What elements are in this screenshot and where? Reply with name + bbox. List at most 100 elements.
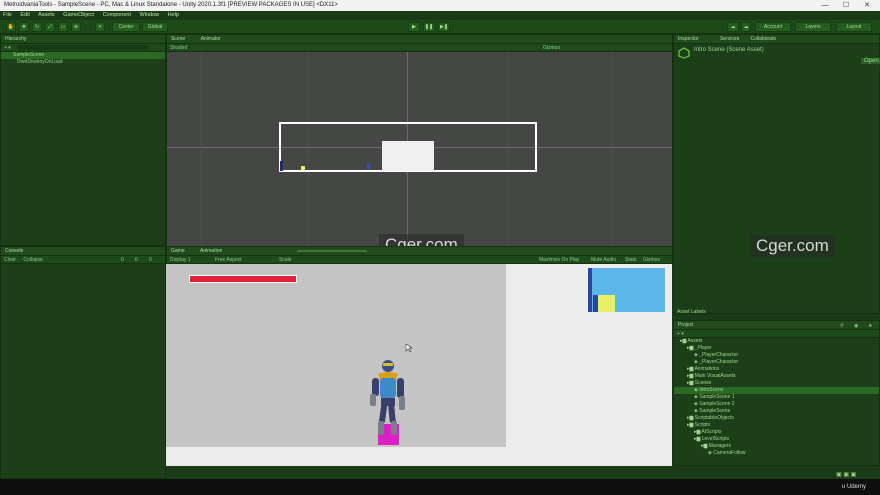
center-label: Center — [118, 24, 134, 30]
project-item[interactable]: ▸▆ Main VisualAssets — [674, 373, 879, 380]
rect-tool-icon[interactable]: ▭ — [58, 22, 68, 32]
tab-animator[interactable]: Animator — [201, 36, 221, 42]
tab-animation[interactable]: Animation — [200, 248, 222, 254]
menu-component[interactable]: Component — [103, 12, 131, 18]
hand-tool-icon[interactable]: ✋ — [6, 22, 16, 32]
collab-icon[interactable]: ☁ — [727, 22, 739, 32]
scene-viewport[interactable]: Cger.com — [167, 52, 672, 246]
filter-icon[interactable]: ◉ — [854, 322, 858, 330]
tab-console[interactable]: Console — [1, 247, 165, 256]
tab-services[interactable]: Services — [720, 36, 739, 42]
log-count[interactable]: 0 — [121, 256, 124, 264]
project-item[interactable]: ▸▆ _Player — [674, 345, 879, 352]
gizmos-dropdown[interactable]: Gizmos — [543, 44, 560, 52]
tab-collaborate[interactable]: Collaborate — [751, 36, 777, 42]
pause-button[interactable]: ❚❚ — [423, 22, 435, 32]
play-button[interactable]: ▶ — [408, 22, 420, 32]
game-viewport[interactable] — [166, 264, 672, 466]
project-item[interactable]: ◈ SampleScene 2 — [674, 401, 879, 408]
asset-labels-header[interactable]: Asset Labels — [677, 309, 706, 315]
scene-door[interactable] — [280, 161, 283, 171]
tab-inspector[interactable]: Inspector — [678, 36, 699, 42]
hierarchy-item[interactable]: DontDestroyOnLoad — [1, 59, 165, 66]
rotate-tool-icon[interactable]: ↻ — [32, 22, 42, 32]
clear-button[interactable]: Clear — [4, 257, 16, 263]
folder-icon: ▸▆ — [687, 345, 695, 351]
scene-player[interactable] — [367, 164, 370, 170]
cloud-icon[interactable]: ☁ — [741, 22, 751, 32]
display-dropdown[interactable]: Display 1 — [170, 257, 191, 263]
maximize-on-play-toggle[interactable]: Maximize On Play — [539, 256, 579, 264]
scene-pickup[interactable] — [301, 166, 305, 170]
tab-scene[interactable]: Scene — [171, 36, 185, 42]
close-button[interactable]: ✕ — [857, 0, 877, 11]
project-item[interactable]: ▸▆ Managers — [674, 443, 879, 450]
udemy-logo: ᴜ Udemy — [842, 484, 866, 490]
global-label: Global — [147, 24, 163, 30]
menu-gameobject[interactable]: GameObject — [63, 12, 94, 18]
custom-tool-icon[interactable]: ✕ — [95, 22, 105, 32]
project-item[interactable]: ▸▆ Scenes — [674, 380, 879, 387]
project-item-label: SampleScene — [699, 408, 731, 414]
tab-game[interactable]: Game — [171, 248, 185, 254]
project-item[interactable]: ◈ SampleScene — [674, 408, 879, 415]
game-gizmos-dropdown[interactable]: Gizmos — [643, 256, 660, 264]
menu-assets[interactable]: Assets — [38, 12, 55, 18]
shading-mode-dropdown[interactable]: Shaded — [170, 45, 187, 51]
layout-label: Layout — [846, 24, 862, 30]
stats-toggle[interactable]: Stats — [625, 256, 636, 264]
project-item[interactable]: ▸▆ AIScripts — [674, 429, 879, 436]
menu-edit[interactable]: Edit — [20, 12, 29, 18]
menu-help[interactable]: Help — [168, 12, 179, 18]
hierarchy-item[interactable]: SampleScene — [1, 52, 165, 59]
project-item[interactable]: ◈ IntroScene — [674, 387, 879, 394]
project-item-label: Managers — [708, 443, 731, 449]
minimize-button[interactable]: — — [815, 0, 835, 11]
layers-dropdown[interactable]: Layers — [795, 22, 831, 32]
maximize-button[interactable]: ☐ — [836, 0, 856, 11]
menu-file[interactable]: File — [3, 12, 12, 18]
project-tree: ▸▆ Assets ▸▆ _Player ◈ _PlayerCharacter ◈ _… — [674, 338, 879, 457]
project-item[interactable]: ▸▆ Animations — [674, 366, 879, 373]
scale-tool-icon[interactable]: ⤢ — [45, 22, 55, 32]
title-bar: MetroidvaniaTools - SampleScene - PC, Ma… — [0, 0, 880, 11]
pivot-center-toggle[interactable]: Center — [112, 22, 140, 32]
move-tool-icon[interactable]: ✥ — [19, 22, 29, 32]
project-item-label: _PlayerCharacter — [699, 359, 739, 365]
console-toolbar: Clear Collapse 0 0 0 — [1, 256, 165, 264]
scale-slider[interactable] — [297, 250, 367, 252]
hierarchy-search-input[interactable] — [18, 45, 149, 51]
project-item[interactable]: ▸▆ LevelScripts — [674, 436, 879, 443]
project-item[interactable]: ▸▆ Scripts — [674, 422, 879, 429]
inspector-panel: Inspector Services Collaborate Intro Sce… — [673, 34, 880, 315]
project-item[interactable]: ◈ SampleScene 1 — [674, 394, 879, 401]
mute-audio-toggle[interactable]: Mute Audio — [591, 256, 616, 264]
aspect-dropdown[interactable]: Free Aspect — [215, 256, 242, 264]
project-item[interactable]: ▸▆ Assets — [674, 338, 879, 345]
project-item[interactable]: ▸▆ ScriptableObjects — [674, 415, 879, 422]
project-add-icon[interactable]: + ▾ — [677, 331, 684, 337]
scene-wall-block[interactable] — [382, 141, 434, 171]
warning-count[interactable]: 0 — [135, 256, 138, 264]
layers-label: Layers — [805, 24, 821, 30]
layout-dropdown[interactable]: Layout — [836, 22, 872, 32]
open-button[interactable]: Open — [860, 57, 880, 65]
search-icon[interactable]: ⚲ — [840, 322, 844, 330]
menu-window[interactable]: Window — [140, 12, 160, 18]
transform-tool-icon[interactable]: ⊕ — [71, 22, 81, 32]
player-character — [370, 360, 405, 435]
folder-icon: ▸▆ — [701, 443, 709, 449]
project-item[interactable]: ◈ _PlayerCharacter — [674, 359, 879, 366]
error-count[interactable]: 0 — [149, 256, 152, 264]
folder-icon: ▸▆ — [687, 422, 695, 428]
star-icon[interactable]: ★ — [868, 322, 872, 330]
pivot-global-toggle[interactable]: Global — [142, 22, 168, 32]
collapse-button[interactable]: Collapse — [23, 257, 42, 263]
account-dropdown[interactable]: Account — [755, 22, 791, 32]
tab-hierarchy[interactable]: Hierarchy — [1, 35, 165, 44]
project-item[interactable]: ◈ CameraFollow — [674, 450, 879, 457]
project-item[interactable]: ◈ _PlayerCharacter — [674, 352, 879, 359]
tab-project[interactable]: Project — [674, 321, 879, 330]
step-button[interactable]: ▶❚ — [438, 22, 450, 32]
add-icon[interactable]: + ▾ — [4, 45, 11, 51]
